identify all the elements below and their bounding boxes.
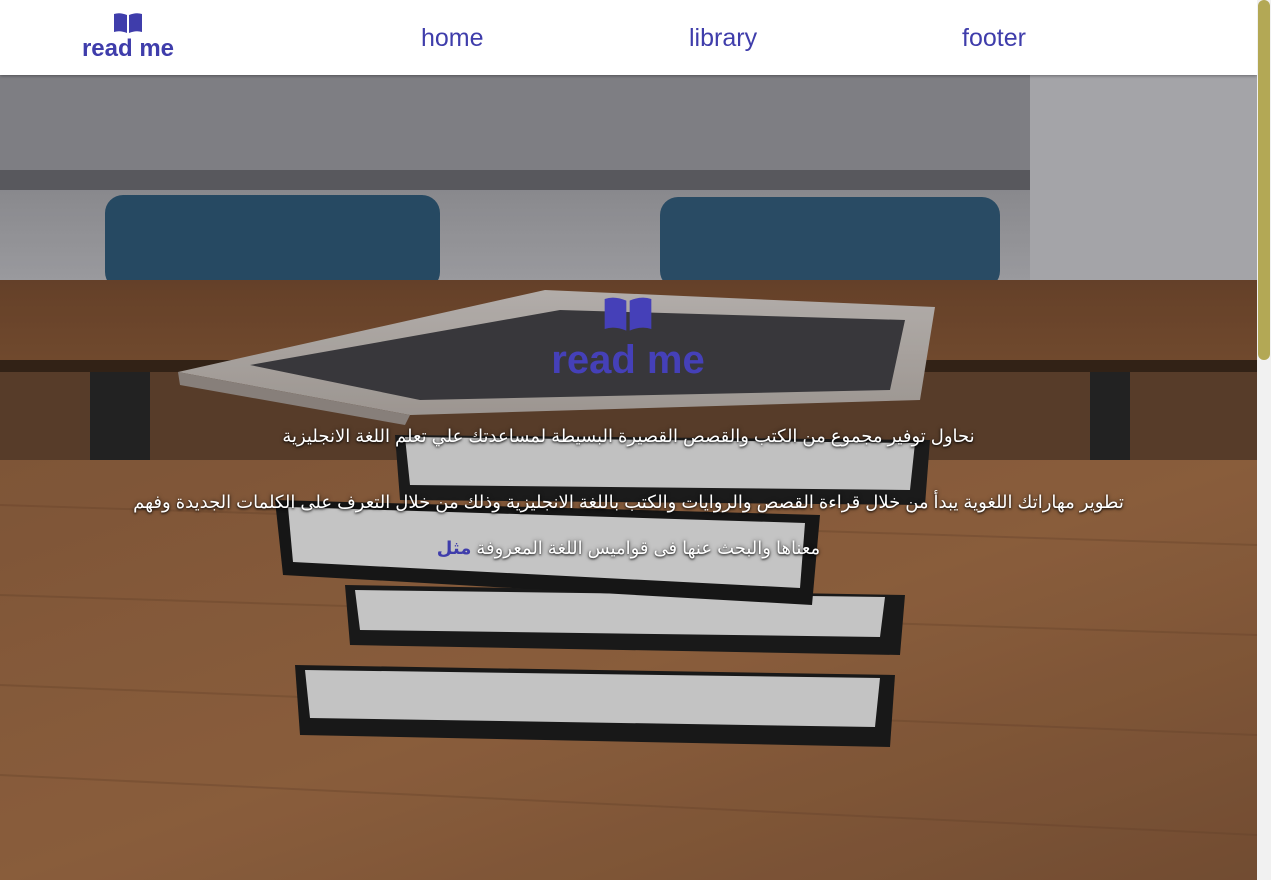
brand-logo-link[interactable]: read me — [80, 12, 176, 66]
nav-link-library[interactable]: library — [689, 23, 757, 53]
hero-logo: read me — [528, 295, 728, 382]
navbar: read me home library footer — [0, 0, 1257, 75]
open-book-icon — [604, 297, 652, 331]
hero-description-text: معناها والبحث عنها فى قواميس اللغة المعر… — [471, 538, 821, 558]
example-link[interactable]: مثل — [437, 538, 472, 558]
page-scrollbar[interactable] — [1257, 0, 1271, 880]
hero-logo-text: read me — [551, 338, 705, 382]
hero-description-line: معناها والبحث عنها فى قواميس اللغة المعر… — [0, 538, 1257, 559]
nav-link-footer[interactable]: footer — [962, 23, 1026, 53]
hero-section: read me نحاول توفير مجموع من الكتب والقص… — [0, 75, 1257, 880]
hero-description-line: تطوير مهاراتك اللغوية يبدأ من خلال قراءة… — [133, 492, 1124, 512]
hero-overlay — [0, 75, 1257, 880]
nav-link-home[interactable]: home — [421, 23, 484, 53]
scrollbar-thumb[interactable] — [1258, 0, 1270, 360]
open-book-icon — [114, 13, 142, 33]
hero-intro-text: نحاول توفير مجموع من الكتب والقصص القصير… — [282, 426, 975, 446]
brand-name: read me — [81, 35, 175, 62]
